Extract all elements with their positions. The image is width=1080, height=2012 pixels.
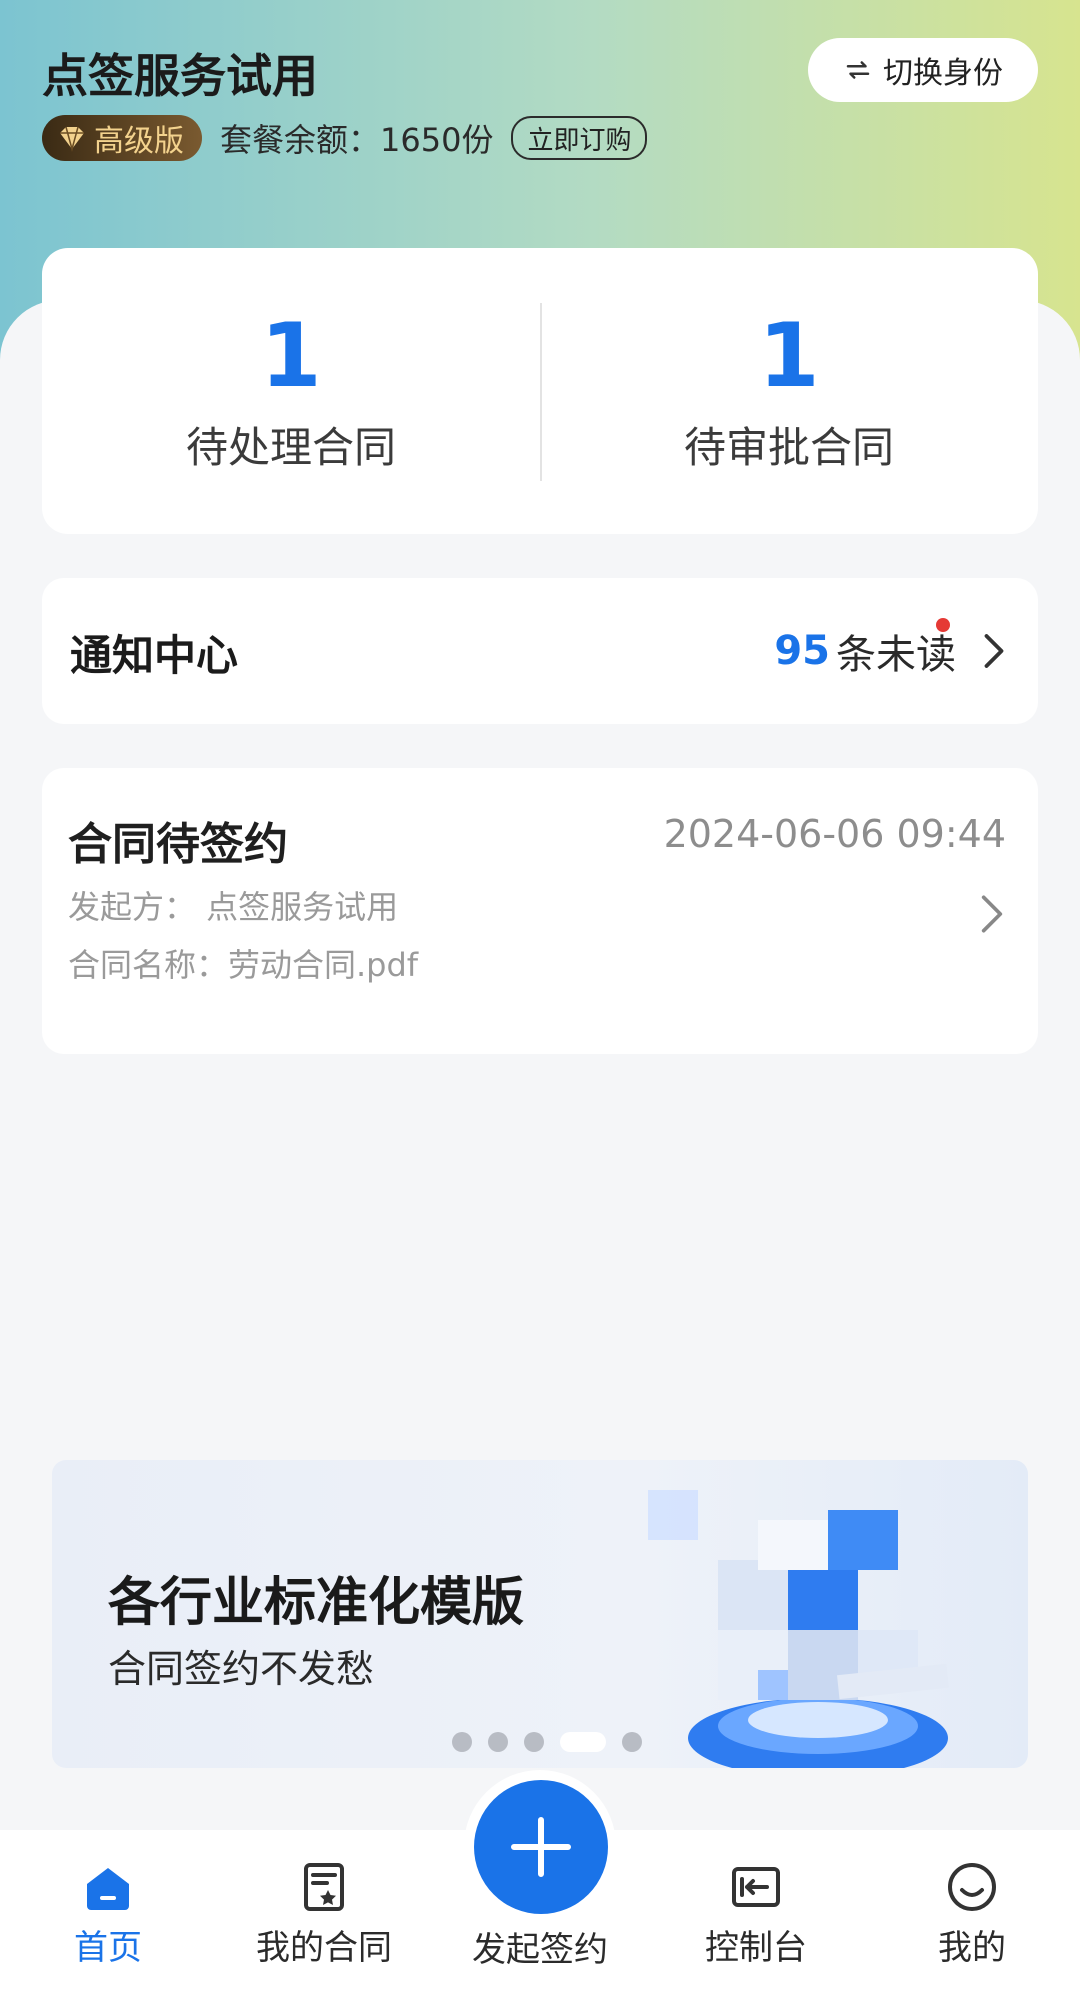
- contract-icon: [304, 1863, 344, 1911]
- banner-pagination: [452, 1732, 642, 1752]
- banner-subline: 合同签约不发愁: [108, 1647, 375, 1691]
- cube-illustration: [648, 1490, 949, 1768]
- swap-icon: [846, 61, 870, 79]
- app-title: 点签服务试用: [42, 49, 318, 103]
- initiate-signing-button[interactable]: [474, 1780, 608, 1914]
- tab-mine[interactable]: 我的: [882, 1860, 1062, 1969]
- plus-icon: [511, 1817, 571, 1877]
- plan-badge-label: 高级版: [94, 124, 184, 159]
- pagination-dot[interactable]: [622, 1732, 642, 1752]
- contract-name: 合同名称：劳动合同.pdf: [68, 946, 419, 984]
- unread-count: 95: [774, 628, 830, 674]
- approval-contracts-stat[interactable]: 1 待审批合同: [540, 308, 1038, 475]
- tab-my-contracts[interactable]: 我的合同: [234, 1860, 414, 1969]
- package-balance: 套餐余额：1650份: [220, 121, 494, 159]
- pagination-dot[interactable]: [524, 1732, 544, 1752]
- contract-timestamp: 2024-06-06 09:44: [663, 812, 1006, 856]
- plan-row: 高级版 套餐余额：1650份 立即订购: [42, 114, 648, 162]
- tab-console-label: 控制台: [705, 1928, 807, 1968]
- plan-badge: 高级版: [42, 115, 202, 161]
- pagination-dot-active[interactable]: [560, 1732, 606, 1752]
- switch-identity-button[interactable]: 切换身份: [808, 38, 1038, 102]
- pending-signature-card[interactable]: 合同待签约 2024-06-06 09:44 发起方： 点签服务试用 合同名称：…: [42, 768, 1038, 1054]
- promo-banner[interactable]: 各行业标准化模版 合同签约不发愁: [52, 1460, 1028, 1768]
- contract-stats-card: 1 待处理合同 1 待审批合同: [42, 248, 1038, 534]
- initiate-signing-label: 发起签约: [472, 1930, 608, 1970]
- pending-contracts-count: 1: [260, 304, 322, 407]
- switch-identity-label: 切换身份: [883, 56, 1003, 91]
- home-icon: [87, 1868, 129, 1910]
- unread-dot: [936, 618, 950, 632]
- tab-home-label: 首页: [74, 1928, 142, 1968]
- banner-headline: 各行业标准化模版: [108, 1573, 525, 1633]
- contract-initiator: 发起方： 点签服务试用: [68, 888, 399, 926]
- notification-center-title: 通知中心: [70, 631, 239, 680]
- chevron-right-icon: [984, 634, 1004, 668]
- tab-my-contracts-label: 我的合同: [256, 1928, 392, 1968]
- pending-contracts-stat[interactable]: 1 待处理合同: [42, 308, 540, 475]
- unread-summary: 95 条未读: [774, 618, 1008, 680]
- approval-contracts-label: 待审批合同: [683, 423, 894, 472]
- notification-center-row[interactable]: 通知中心 95 条未读: [42, 578, 1038, 724]
- tab-console[interactable]: 控制台: [666, 1860, 846, 1969]
- diamond-icon: [60, 126, 84, 152]
- order-now-button[interactable]: 立即订购: [511, 116, 648, 160]
- pagination-dot[interactable]: [488, 1732, 508, 1752]
- smile-icon: [948, 1863, 996, 1911]
- approval-contracts-count: 1: [758, 304, 820, 407]
- console-icon: [732, 1867, 780, 1907]
- pending-contracts-label: 待处理合同: [185, 423, 396, 472]
- contract-card-title: 合同待签约: [68, 819, 288, 870]
- tab-home[interactable]: 首页: [18, 1860, 198, 1969]
- tab-mine-label: 我的: [938, 1928, 1006, 1968]
- pagination-dot[interactable]: [452, 1732, 472, 1752]
- chevron-right-icon: [981, 895, 1003, 933]
